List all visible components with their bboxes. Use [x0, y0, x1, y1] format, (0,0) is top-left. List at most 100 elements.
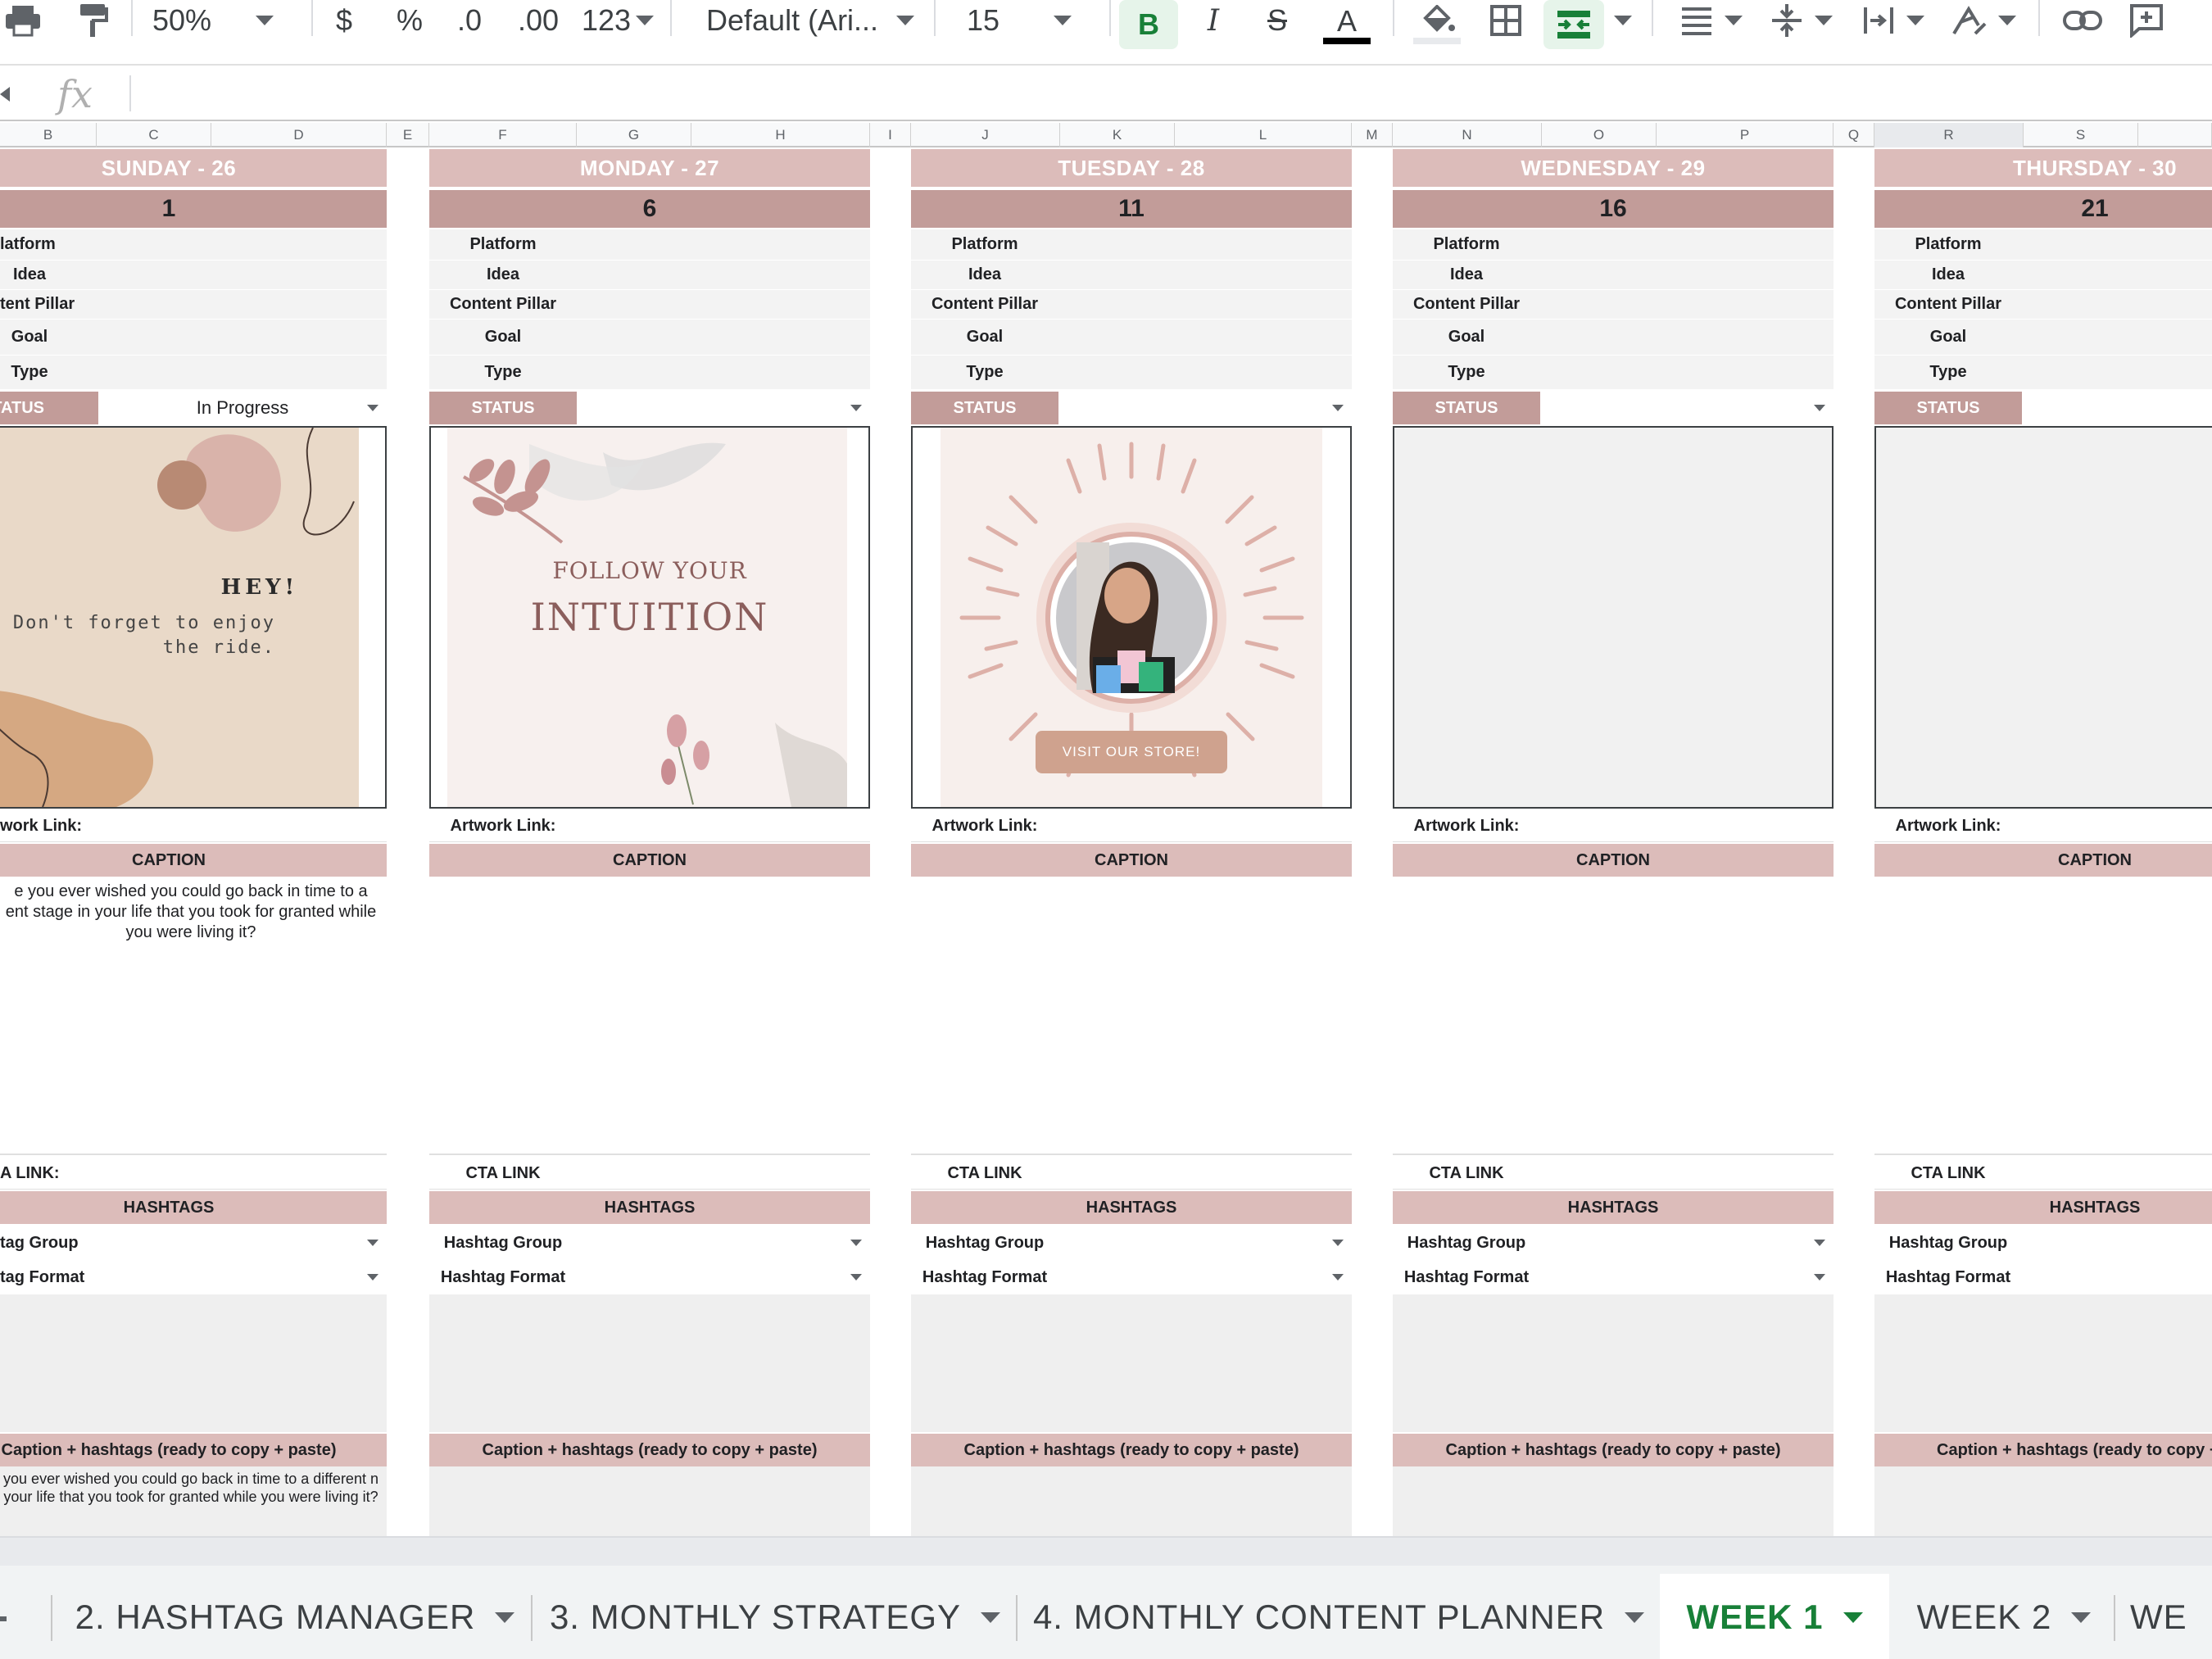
idea-row[interactable]: Idea [429, 261, 870, 290]
zoom-select[interactable]: 50% [152, 0, 300, 41]
artwork-preview[interactable]: HEY! Don't forget to enjoy the ride. [0, 426, 387, 809]
sheet-tab-week-2[interactable]: WEEK 2 [1896, 1574, 2112, 1659]
column-header[interactable]: E [387, 123, 429, 147]
status-select[interactable] [1058, 392, 1352, 424]
hashtag-format-row[interactable]: Hashtag Format [429, 1260, 870, 1294]
content-pillar-row[interactable]: Content Pillar [1393, 290, 1834, 320]
goal-row[interactable]: Goal [0, 320, 387, 356]
strikethrough-button[interactable]: S [1257, 0, 1298, 41]
artwork-preview[interactable]: VISIT OUR STORE! [911, 426, 1352, 809]
sheet-tab-monthly-strategy[interactable]: 3. MONTHLY STRATEGY [537, 1574, 1013, 1659]
italic-button[interactable]: I [1193, 0, 1234, 41]
day-title[interactable]: THURSDAY - 30 [1874, 149, 2212, 187]
column-header[interactable]: R [1874, 123, 2024, 147]
day-number[interactable]: 11 [911, 190, 1352, 228]
platform-row[interactable]: Platform [911, 229, 1352, 261]
column-header[interactable]: I [870, 123, 911, 147]
copy-paste-cell[interactable] [911, 1466, 1352, 1536]
column-header[interactable]: M [1352, 123, 1393, 147]
type-row[interactable]: Type [1874, 356, 2212, 390]
artwork-link-row[interactable]: Artwork Link: [1874, 809, 2212, 842]
column-header[interactable]: N [1393, 123, 1542, 147]
hashtags-cell[interactable] [1874, 1294, 2212, 1432]
cta-link-row[interactable]: CTA LINK [1874, 1157, 2212, 1190]
fill-color-icon[interactable] [1412, 0, 1462, 49]
day-title[interactable]: MONDAY - 27 [429, 149, 870, 187]
hashtag-format-row[interactable]: tag Format [0, 1260, 387, 1294]
goal-row[interactable]: Goal [429, 320, 870, 356]
copy-paste-cell[interactable] [1393, 1466, 1834, 1536]
idea-row[interactable]: Idea [1874, 261, 2212, 290]
caption-cell[interactable]: e you ever wished you could go back in t… [0, 877, 387, 1155]
text-rotation-icon[interactable] [1948, 0, 2019, 41]
column-header[interactable] [2138, 123, 2212, 147]
goal-row[interactable]: Goal [1393, 320, 1834, 356]
artwork-link-row[interactable]: Artwork Link: [1393, 809, 1834, 842]
goal-row[interactable]: Goal [1874, 320, 2212, 356]
sheet-tab-week-1[interactable]: WEEK 1 [1660, 1574, 1889, 1659]
hashtags-cell[interactable] [1393, 1294, 1834, 1432]
hashtags-cell[interactable] [429, 1294, 870, 1432]
artwork-link-row[interactable]: Artwork Link: [911, 809, 1352, 842]
idea-row[interactable]: Idea [0, 261, 387, 290]
column-header[interactable]: D [211, 123, 387, 147]
content-pillar-row[interactable]: Content Pillar [911, 290, 1352, 320]
day-number[interactable]: 21 [1874, 190, 2212, 228]
column-header[interactable]: K [1060, 123, 1175, 147]
hashtag-group-row[interactable]: Hashtag Group [429, 1226, 870, 1260]
type-row[interactable]: Type [1393, 356, 1834, 390]
idea-row[interactable]: Idea [911, 261, 1352, 290]
hashtag-group-row[interactable]: Hashtag Group [1874, 1226, 2212, 1260]
vertical-align-icon[interactable] [1766, 0, 1837, 41]
horizontal-align-icon[interactable] [1676, 0, 1747, 41]
type-row[interactable]: Type [911, 356, 1352, 390]
platform-row[interactable]: latform [0, 229, 387, 261]
borders-icon[interactable] [1483, 0, 1529, 41]
increase-decimals-button[interactable]: .00 [513, 0, 564, 41]
hashtags-cell[interactable] [911, 1294, 1352, 1432]
caption-cell[interactable] [429, 877, 870, 1155]
column-header[interactable]: Q [1834, 123, 1874, 147]
artwork-preview[interactable]: FOLLOW YOUR INTUITION [429, 426, 870, 809]
column-header[interactable]: S [2024, 123, 2138, 147]
font-select[interactable]: Default (Ari... [706, 0, 919, 41]
cta-link-row[interactable]: CTA LINK [429, 1157, 870, 1190]
hashtag-format-row[interactable]: Hashtag Format [1874, 1260, 2212, 1294]
percent-button[interactable]: % [393, 0, 426, 41]
font-size-select[interactable]: 15 [967, 0, 1098, 41]
paint-format-icon[interactable] [70, 0, 116, 41]
hashtags-cell[interactable] [0, 1294, 387, 1432]
decrease-decimals-button[interactable]: .0 [451, 0, 488, 41]
hashtag-format-row[interactable]: Hashtag Format [1393, 1260, 1834, 1294]
goal-row[interactable]: Goal [911, 320, 1352, 356]
day-number[interactable]: 16 [1393, 190, 1834, 228]
day-title[interactable]: WEDNESDAY - 29 [1393, 149, 1834, 187]
column-header[interactable]: G [577, 123, 691, 147]
day-title[interactable]: TUESDAY - 28 [911, 149, 1352, 187]
day-number[interactable]: 6 [429, 190, 870, 228]
caption-cell[interactable] [1393, 877, 1834, 1155]
merge-cells-icon[interactable] [1543, 0, 1604, 49]
print-icon[interactable] [0, 0, 46, 41]
hashtag-format-row[interactable]: Hashtag Format [911, 1260, 1352, 1294]
number-format-select[interactable]: 123 [578, 0, 657, 41]
column-header[interactable]: B [0, 123, 97, 147]
content-pillar-row[interactable]: Content Pillar [429, 290, 870, 320]
bold-button[interactable]: B [1119, 0, 1178, 49]
platform-row[interactable]: Platform [1393, 229, 1834, 261]
artwork-preview[interactable] [1874, 426, 2212, 809]
cta-link-row[interactable]: CTA LINK [911, 1157, 1352, 1190]
column-header[interactable]: J [911, 123, 1060, 147]
type-row[interactable]: Type [429, 356, 870, 390]
type-row[interactable]: Type [0, 356, 387, 390]
insert-comment-icon[interactable] [2122, 0, 2171, 41]
idea-row[interactable]: Idea [1393, 261, 1834, 290]
copy-paste-cell[interactable] [429, 1466, 870, 1536]
platform-row[interactable]: Platform [429, 229, 870, 261]
status-select[interactable] [577, 392, 870, 424]
artwork-link-row[interactable]: Artwork Link: [429, 809, 870, 842]
copy-paste-cell[interactable]: you ever wished you could go back in tim… [0, 1466, 387, 1536]
content-pillar-row[interactable]: Content Pillar [1874, 290, 2212, 320]
column-header[interactable]: F [429, 123, 577, 147]
formula-input[interactable] [139, 74, 2204, 113]
